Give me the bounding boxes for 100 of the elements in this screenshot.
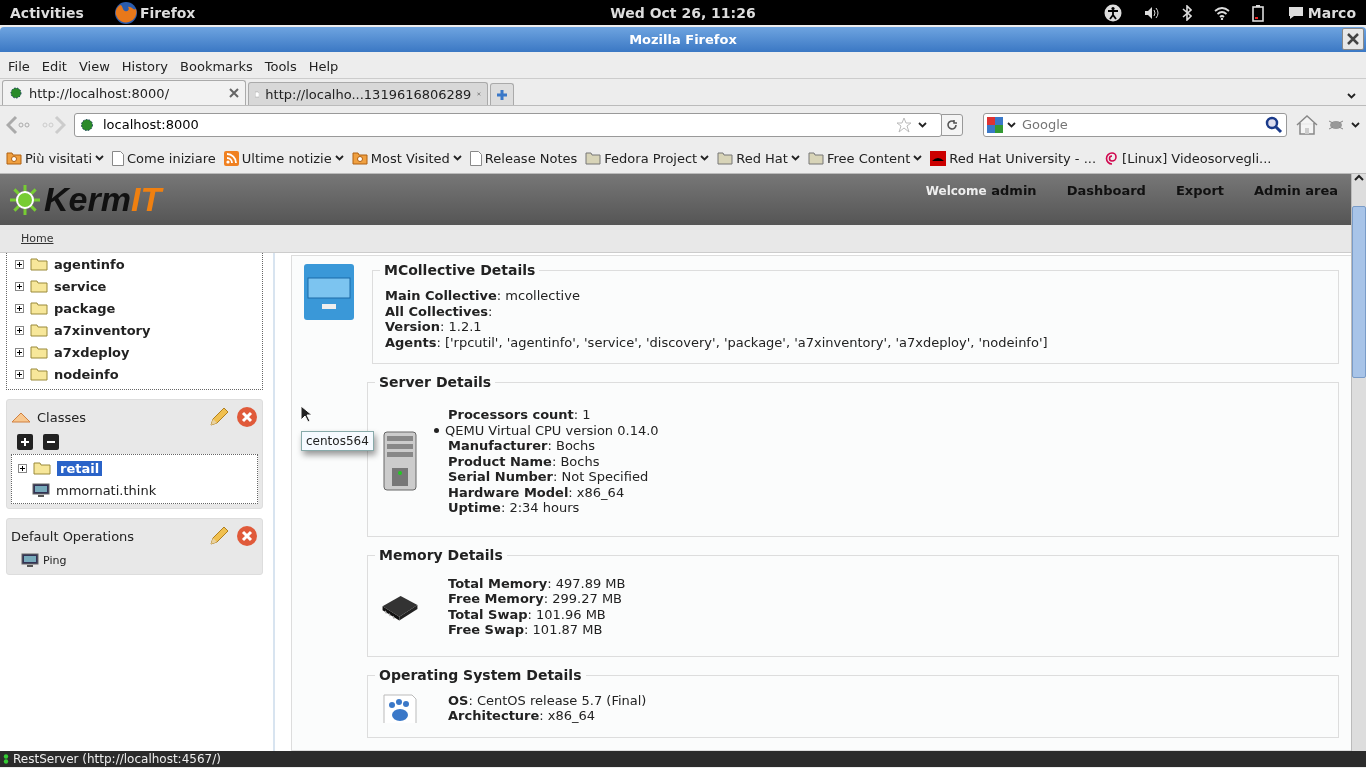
expand-icon[interactable] [18,463,27,473]
bookmark[interactable]: Release Notes [469,150,578,166]
activities-button[interactable]: Activities [10,4,84,21]
browser-tab[interactable]: http://localhost:8000/ [2,80,246,105]
detail-text: Hardware Model: x86_64 [448,484,626,500]
bookmark[interactable]: Ultime notizie [223,150,344,166]
menu-item[interactable]: Tools [258,58,303,74]
delete-icon[interactable] [236,406,258,428]
menu-item[interactable]: History [115,58,175,74]
menu-item[interactable]: Help [302,58,345,74]
star-icon[interactable] [896,116,912,133]
bookmark[interactable]: Fedora Project [585,150,710,166]
status-light-icon [3,754,9,764]
expand-icon[interactable] [15,259,24,269]
panel-title: Classes [37,409,87,425]
caret-icon [95,155,104,161]
volume-icon[interactable] [1143,5,1160,20]
expand-icon[interactable] [15,325,24,335]
clock[interactable]: Wed Oct 26, 11:26 [610,4,756,21]
menu-item[interactable]: File [2,58,36,74]
tab-list-icon [1347,93,1356,99]
close-button[interactable] [1342,28,1364,50]
bookmark[interactable]: Red Hat University - ... [930,150,1097,166]
status-text: RestServer (http://localhost:4567/) [13,752,221,766]
tree-item[interactable]: agentinfo [54,256,125,272]
chat-icon[interactable] [1287,5,1304,20]
folder-icon [30,367,48,381]
expand-icon[interactable] [15,281,24,291]
detail-text: Version: 1.2.1 [385,319,483,335]
app-menu[interactable]: Firefox [139,4,196,21]
user-menu[interactable]: Marco [1307,4,1356,21]
nav-link[interactable]: Dashboard [1066,183,1146,198]
close-icon[interactable] [229,88,239,98]
feed-icon [223,150,239,166]
bug-icon [79,116,95,133]
nav-link[interactable]: Admin area [1254,183,1338,198]
reload-icon [946,118,958,131]
edit-icon[interactable] [208,406,230,428]
operation-item[interactable]: Ping [43,554,67,567]
address-bar[interactable]: localhost:8000 [74,112,942,137]
tree-item[interactable]: a7xdeploy [54,344,130,360]
folder-icon [30,301,48,315]
delete-icon[interactable] [236,525,258,547]
expand-icon[interactable] [15,347,24,357]
dropdown-icon [1007,121,1016,128]
scrollbar[interactable] [1351,174,1366,751]
search-icon[interactable] [1265,115,1283,134]
detail-text: Free Swap: 101.87 MB [448,622,604,638]
tree-item[interactable]: a7xinventory [54,322,151,338]
hat-icon [930,150,947,166]
bookmark[interactable]: Come iniziare [112,150,216,166]
remove-button[interactable] [43,434,59,450]
detail-text: Total Memory: 497.89 MB [448,575,626,591]
close-icon [1346,32,1360,46]
section-title: MCollective Details [380,262,540,278]
folder-icon [351,151,368,165]
edit-icon[interactable] [208,525,230,547]
detail-text: All Collectives: [385,303,494,319]
nav-link[interactable]: Export [1175,183,1225,198]
expand-icon[interactable] [15,369,24,379]
bookmark[interactable]: Free Content [807,150,923,166]
expand-icon[interactable] [15,303,24,313]
folder-icon [717,151,734,165]
detail-text: Total Swap: 101.96 MB [448,606,607,622]
bookmark[interactable]: Most Visited [351,150,462,166]
tree-item[interactable]: package [54,300,116,316]
section-title: Memory Details [375,546,507,563]
wifi-icon[interactable] [1213,5,1230,20]
breadcrumb-link[interactable]: Home [21,232,54,245]
search-bar[interactable]: Google [983,112,1287,137]
dropdown-icon [1351,121,1360,128]
bookmark[interactable]: [Linux] Videosorvegli... [1104,150,1272,166]
window-title: Mozilla Firefox [629,32,737,47]
menu-item[interactable]: View [72,58,116,74]
bookmark[interactable]: Più visitati [6,150,104,166]
detail-text: QEMU Virtual CPU version 0.14.0 [445,422,659,438]
gear-logo-icon [8,182,42,217]
detail-text: Architecture: x86_64 [448,708,597,724]
bug-icon [9,86,23,100]
accessibility-icon[interactable] [1103,3,1122,22]
folder-icon [33,461,51,475]
bluetooth-icon[interactable] [1181,4,1192,21]
bookmark[interactable]: Red Hat [717,150,800,166]
section-title: Operating System Details [375,666,586,683]
battery-icon[interactable] [1251,3,1266,22]
tree-item[interactable]: retail [57,460,103,476]
address-field[interactable]: localhost:8000 [101,116,890,133]
tree-item[interactable]: nodeinfo [54,366,119,382]
menu-item[interactable]: Edit [35,58,73,74]
tree-item[interactable]: service [54,278,107,294]
add-button[interactable] [17,434,33,450]
folder-icon [585,151,602,165]
home-icon[interactable] [1295,113,1319,136]
detail-text: Serial Number: Not Specified [448,469,650,485]
reload-button[interactable] [941,113,963,136]
menu-item[interactable]: Bookmarks [174,58,259,74]
browser-tab[interactable]: http://localho...1319616806289 [248,82,488,105]
tree-item[interactable]: mmornati.think [56,482,157,498]
detail-text: Free Memory: 299.27 MB [448,591,624,607]
new-tab-button[interactable] [490,83,514,105]
